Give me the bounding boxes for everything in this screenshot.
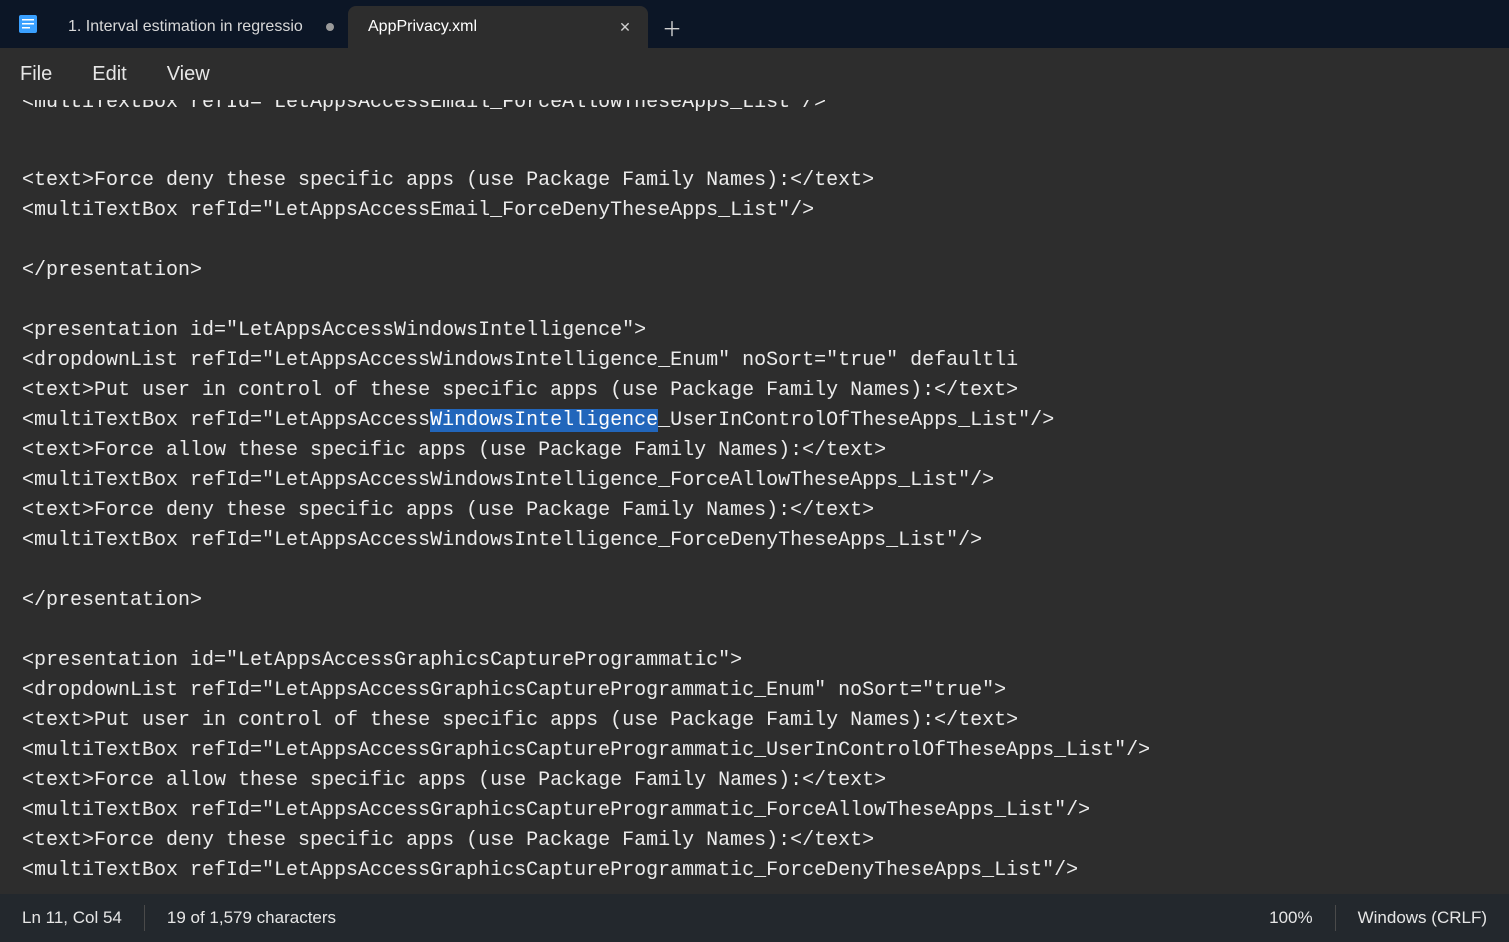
separator xyxy=(1335,905,1336,931)
menu-file[interactable]: File xyxy=(20,63,52,86)
close-icon[interactable]: ✕ xyxy=(616,18,634,36)
editor-line: <multiTextBox refId="LetAppsAccessGraphi… xyxy=(22,856,1489,886)
status-selection-count: 19 of 1,579 characters xyxy=(167,908,336,928)
editor-line: <text>Put user in control of these speci… xyxy=(22,376,1489,406)
tab-interval-estimation[interactable]: 1. Interval estimation in regressio xyxy=(48,6,348,48)
editor-line: <text>Put user in control of these speci… xyxy=(22,706,1489,736)
editor-line: <text>Force allow these specific apps (u… xyxy=(22,766,1489,796)
app-icon xyxy=(8,0,48,48)
editor-line: <multiTextBox refId="LetAppsAccessWindow… xyxy=(22,526,1489,556)
editor-line: <presentation id="LetAppsAccessWindowsIn… xyxy=(22,316,1489,346)
editor-line: <multiTextBox refId="LetAppsAccessGraphi… xyxy=(22,796,1489,826)
editor-line: <dropdownList refId="LetAppsAccessWindow… xyxy=(22,346,1489,376)
editor-line: <multiTextBox refId="LetAppsAccessGraphi… xyxy=(22,736,1489,766)
editor-line xyxy=(22,616,1489,646)
separator xyxy=(144,905,145,931)
editor-line: <text>Force allow these specific apps (u… xyxy=(22,436,1489,466)
new-tab-button[interactable]: ＋ xyxy=(648,6,696,48)
status-line-ending[interactable]: Windows (CRLF) xyxy=(1358,908,1487,928)
editor-line: </presentation> xyxy=(22,586,1489,616)
plus-icon: ＋ xyxy=(662,13,682,42)
editor-line xyxy=(22,226,1489,256)
editor-line: <multiTextBox refId="LetAppsAccessEmail_… xyxy=(22,196,1489,226)
editor-line xyxy=(22,286,1489,316)
text-editor[interactable]: <multiTextBox refId="LetAppsAccessEmail_… xyxy=(0,100,1509,894)
editor-line: <dropdownList refId="LetAppsAccessGraphi… xyxy=(22,676,1489,706)
editor-line: <multiTextBox refId="LetAppsAccessWindow… xyxy=(22,406,1489,436)
menu-edit[interactable]: Edit xyxy=(92,63,126,86)
editor-line: <text>Force deny these specific apps (us… xyxy=(22,496,1489,526)
tab-bar: 1. Interval estimation in regressio AppP… xyxy=(0,0,1509,48)
tab-title: 1. Interval estimation in regressio xyxy=(68,18,308,36)
text-selection: WindowsIntelligence xyxy=(430,409,658,432)
editor-line: <presentation id="LetAppsAccessGraphicsC… xyxy=(22,646,1489,676)
editor-line: </presentation> xyxy=(22,256,1489,286)
editor-line: <multiTextBox refId="LetAppsAccessWindow… xyxy=(22,466,1489,496)
status-bar: Ln 11, Col 54 19 of 1,579 characters 100… xyxy=(0,894,1509,942)
tab-appprivacy-xml[interactable]: AppPrivacy.xml ✕ xyxy=(348,6,648,48)
modified-dot-icon xyxy=(326,23,334,31)
status-zoom[interactable]: 100% xyxy=(1269,908,1312,928)
tab-title: AppPrivacy.xml xyxy=(368,18,598,36)
status-cursor-position[interactable]: Ln 11, Col 54 xyxy=(22,908,122,928)
menu-bar: File Edit View xyxy=(0,48,1509,100)
editor-line: <text>Force deny these specific apps (us… xyxy=(22,166,1489,196)
menu-view[interactable]: View xyxy=(167,63,210,86)
editor-line: <text>Force deny these specific apps (us… xyxy=(22,826,1489,856)
editor-line: <multiTextBox refId="LetAppsAccessEmail_… xyxy=(22,100,826,118)
editor-line xyxy=(22,556,1489,586)
